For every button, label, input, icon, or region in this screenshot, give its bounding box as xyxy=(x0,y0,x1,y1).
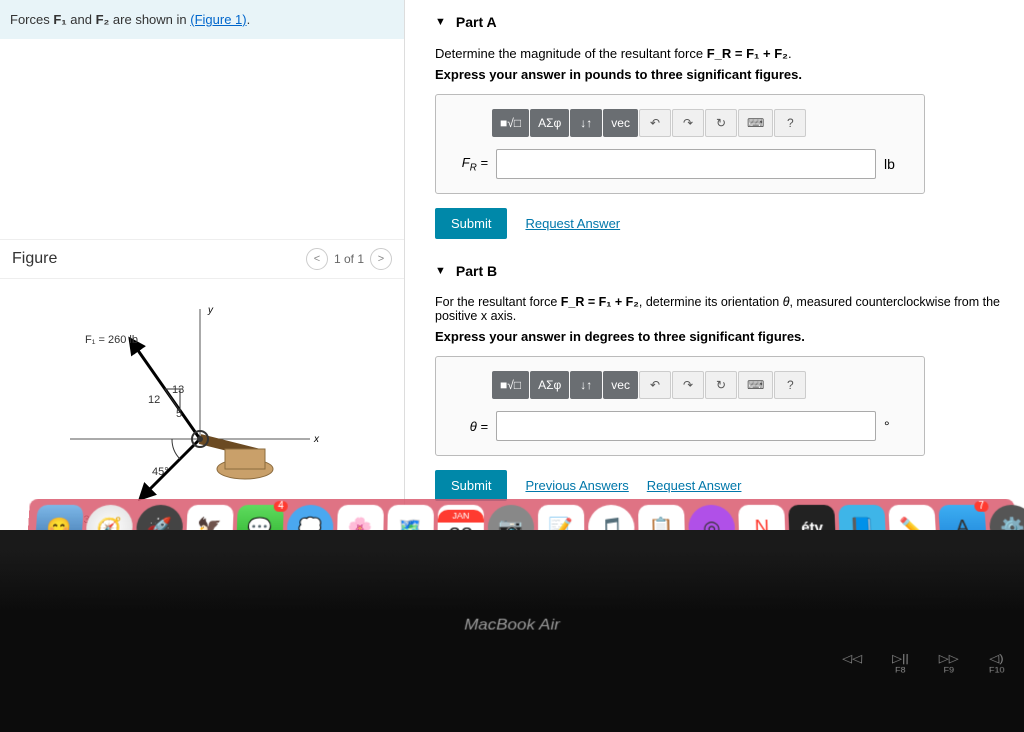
part-b-answer-box: ■√□ ΑΣφ ↓↑ vec ↶ ↷ ↻ ⌨ ? θ = ° xyxy=(435,356,925,456)
figure-nav: < 1 of 1 > xyxy=(306,248,392,270)
calendar-month: JAN xyxy=(438,509,484,522)
figure-header: Figure < 1 of 1 > xyxy=(0,239,404,279)
f1-value-label: F₁ = 260 lb xyxy=(85,334,138,346)
caret-down-icon: ▼ xyxy=(435,265,446,277)
reset-button[interactable]: ↻ xyxy=(705,371,737,399)
left-pane: Forces F₁ and F₂ are shown in (Figure 1)… xyxy=(0,0,405,535)
figure-prev-button[interactable]: < xyxy=(306,248,328,270)
text: Forces xyxy=(10,12,53,27)
figure-link[interactable]: (Figure 1) xyxy=(190,12,246,27)
help-button[interactable]: ? xyxy=(774,109,806,137)
undo-button[interactable]: ↶ xyxy=(639,109,671,137)
part-b-prompt: For the resultant force F_R = F₁ + F₂, d… xyxy=(435,295,1004,323)
part-a-instruction: Express your answer in pounds to three s… xyxy=(435,67,1004,82)
part-a-submit-button[interactable]: Submit xyxy=(435,208,507,239)
keyboard-button[interactable]: ⌨ xyxy=(738,371,773,399)
caret-down-icon: ▼ xyxy=(435,16,446,28)
subscript-button[interactable]: ↓↑ xyxy=(570,109,602,137)
figure-title: Figure xyxy=(12,250,57,268)
redo-button[interactable]: ↷ xyxy=(672,371,704,399)
triangle-5: 5 xyxy=(176,408,182,420)
right-pane: ▼ Part A Determine the magnitude of the … xyxy=(405,0,1024,535)
part-b-title: Part B xyxy=(456,263,497,279)
keyboard-button[interactable]: ⌨ xyxy=(738,109,773,137)
angle-45: 45° xyxy=(152,466,169,478)
text: and xyxy=(67,12,96,27)
playpause-key[interactable]: ▷||F8 xyxy=(892,652,909,675)
fr-label: FR = xyxy=(452,155,488,174)
theta-label: θ = xyxy=(452,419,488,434)
part-a-unit: lb xyxy=(884,156,908,172)
triangle-12: 12 xyxy=(148,394,160,406)
text: are shown in xyxy=(109,12,190,27)
badge: 4 xyxy=(274,501,288,512)
part-a-toolbar: ■√□ ΑΣφ ↓↑ vec ↶ ↷ ↻ ⌨ ? xyxy=(492,109,908,137)
forward-key[interactable]: ▷▷F9 xyxy=(938,652,958,675)
part-b-toolbar: ■√□ ΑΣφ ↓↑ vec ↶ ↷ ↻ ⌨ ? xyxy=(492,371,908,399)
problem-statement: Forces F₁ and F₂ are shown in (Figure 1)… xyxy=(0,0,404,39)
part-a-answer-input[interactable] xyxy=(496,149,876,179)
part-a-header[interactable]: ▼ Part A xyxy=(435,14,1004,30)
template-button[interactable]: ■√□ xyxy=(492,371,529,399)
part-b-request-answer-link[interactable]: Request Answer xyxy=(647,478,742,493)
help-button[interactable]: ? xyxy=(774,371,806,399)
part-b-header[interactable]: ▼ Part B xyxy=(435,263,1004,279)
mute-key[interactable]: ◁)F10 xyxy=(988,652,1004,675)
function-keys: ◁◁ ▷||F8 ▷▷F9 ◁)F10 xyxy=(841,652,1004,675)
reset-button[interactable]: ↻ xyxy=(705,109,737,137)
triangle-13: 13 xyxy=(172,384,184,396)
vector-button[interactable]: vec xyxy=(603,371,638,399)
subscript-button[interactable]: ↓↑ xyxy=(570,371,602,399)
figure-counter: 1 of 1 xyxy=(334,252,364,266)
f1-symbol: F₁ xyxy=(53,12,66,27)
figure-next-button[interactable]: > xyxy=(370,248,392,270)
part-a-title: Part A xyxy=(456,14,497,30)
badge: 7 xyxy=(974,501,989,512)
symbols-button[interactable]: ΑΣφ xyxy=(530,109,569,137)
part-b-previous-answers-link[interactable]: Previous Answers xyxy=(525,478,628,493)
f2-symbol: F₂ xyxy=(96,12,110,27)
redo-button[interactable]: ↷ xyxy=(672,109,704,137)
text: . xyxy=(247,12,251,27)
part-b-submit-button[interactable]: Submit xyxy=(435,470,507,501)
part-b-unit: ° xyxy=(884,418,908,434)
template-button[interactable]: ■√□ xyxy=(492,109,529,137)
part-a-answer-box: ■√□ ΑΣφ ↓↑ vec ↶ ↷ ↻ ⌨ ? FR = lb xyxy=(435,94,925,194)
part-b-answer-input[interactable] xyxy=(496,411,876,441)
x-axis-label: x xyxy=(313,434,320,445)
macbook-label: MacBook Air xyxy=(0,616,1024,634)
part-a-request-answer-link[interactable]: Request Answer xyxy=(525,216,620,231)
symbols-button[interactable]: ΑΣφ xyxy=(530,371,569,399)
undo-button[interactable]: ↶ xyxy=(639,371,671,399)
y-axis-label: y xyxy=(207,305,214,316)
part-b-instruction: Express your answer in degrees to three … xyxy=(435,329,1004,344)
part-a-prompt: Determine the magnitude of the resultant… xyxy=(435,46,1004,61)
rewind-key[interactable]: ◁◁ xyxy=(841,652,862,675)
vector-button[interactable]: vec xyxy=(603,109,638,137)
